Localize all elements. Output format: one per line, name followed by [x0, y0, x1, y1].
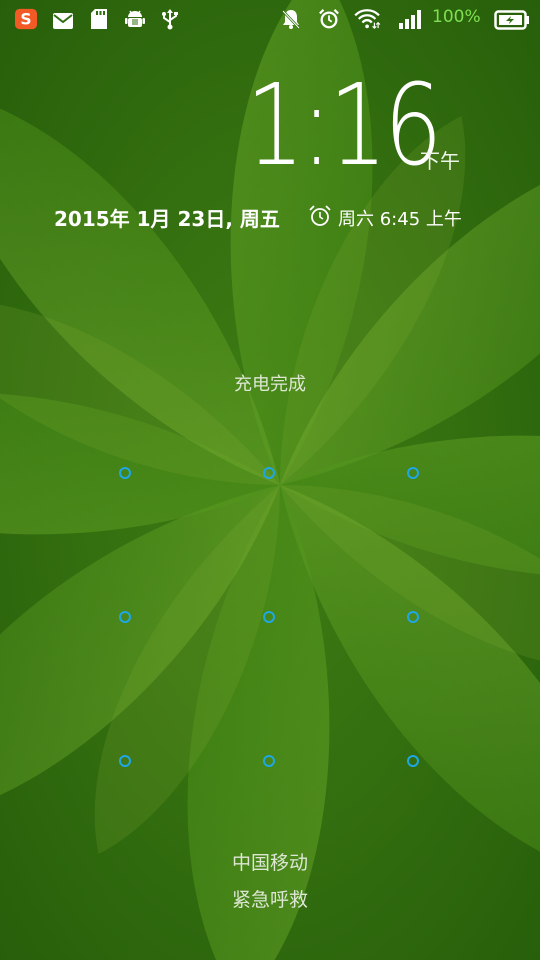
pattern-dot-5[interactable]	[263, 611, 275, 623]
next-alarm-text: 周六 6:45 上午	[338, 209, 462, 230]
alarm-clock-icon	[319, 9, 339, 29]
mail-icon	[53, 13, 73, 29]
usb-icon	[162, 9, 178, 30]
pattern-dot-7[interactable]	[119, 755, 131, 767]
wifi-icon	[354, 9, 381, 30]
pattern-dot-9[interactable]	[407, 755, 419, 767]
sogou-input-icon: S	[15, 8, 37, 30]
clock-ampm: 下午	[420, 149, 460, 173]
battery-percent: 100%	[432, 7, 481, 27]
svg-text:S: S	[20, 11, 31, 29]
pattern-dot-2[interactable]	[263, 467, 275, 479]
pattern-dot-1[interactable]	[119, 467, 131, 479]
lock-screen: S 100% 1:16 下午 2015年 1月 23日, 周五 周六 6:45 …	[0, 0, 540, 960]
battery-charging-icon	[494, 10, 529, 30]
android-debug-icon	[125, 10, 145, 27]
pattern-dot-4[interactable]	[119, 611, 131, 623]
mute-bell-icon	[282, 10, 300, 29]
carrier-name: 中国移动	[231, 852, 308, 874]
sd-card-icon	[91, 9, 107, 29]
charge-status: 充电完成	[234, 374, 306, 395]
status-bar: S 100%	[0, 0, 540, 38]
signal-icon	[399, 10, 421, 29]
emergency-call-button[interactable]: 紧急呼救	[0, 885, 540, 912]
date-text: 2015年 1月 23日, 周五	[54, 207, 280, 231]
pattern-dot-8[interactable]	[263, 755, 275, 767]
pattern-dot-6[interactable]	[407, 611, 419, 623]
clock-time: 1:16	[246, 61, 442, 191]
next-alarm-icon	[309, 205, 331, 226]
pattern-dot-3[interactable]	[407, 467, 419, 479]
